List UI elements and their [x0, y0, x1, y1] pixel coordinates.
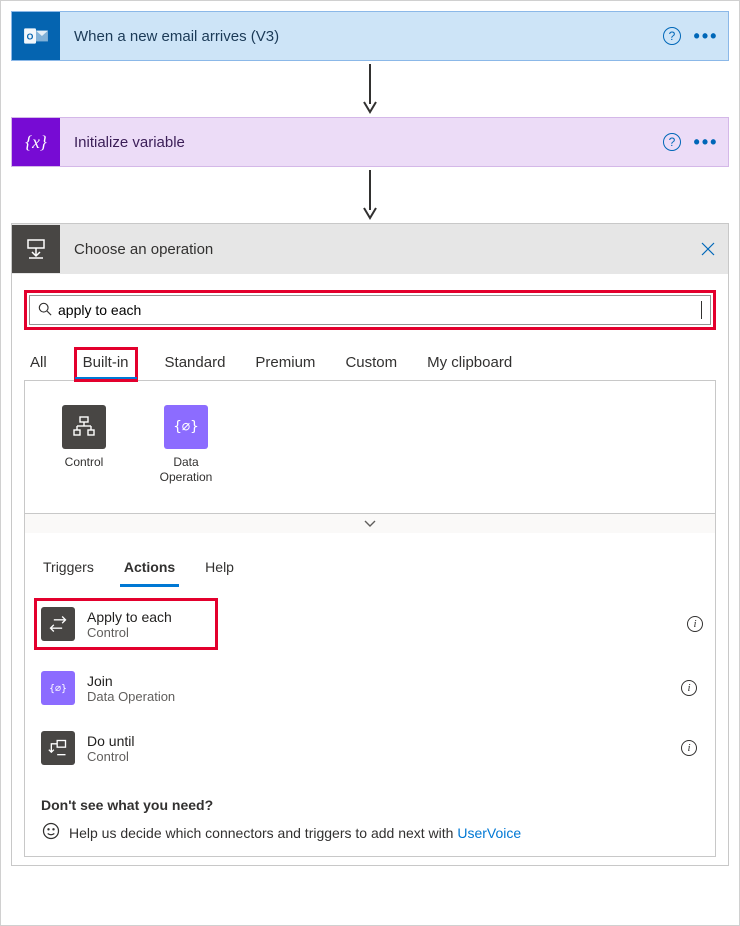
smiley-icon: [41, 821, 61, 844]
chooser-icon: [12, 225, 60, 273]
do-until-icon: [41, 731, 75, 765]
subtab-triggers[interactable]: Triggers: [41, 553, 96, 585]
chooser-title: Choose an operation: [60, 241, 688, 258]
connector-data-operation[interactable]: {∅} Data Operation: [151, 405, 221, 485]
help-button[interactable]: ?: [660, 130, 684, 154]
action-title: Apply to each: [87, 609, 209, 625]
subtabs: Triggers Actions Help: [25, 533, 715, 585]
action-subtitle: Control: [87, 625, 209, 640]
footer-text: Help us decide which connectors and trig…: [69, 825, 521, 841]
action-title: Join: [87, 673, 667, 689]
search-input[interactable]: [58, 302, 699, 318]
help-button[interactable]: ?: [660, 24, 684, 48]
operation-chooser: Choose an operation All Built-in Standar…: [11, 223, 729, 866]
action-title: Do until: [87, 733, 667, 749]
subtab-help[interactable]: Help: [203, 553, 236, 585]
chooser-header: Choose an operation: [12, 224, 728, 274]
collapse-toggle[interactable]: [25, 513, 715, 533]
svg-text:{∅}: {∅}: [49, 683, 67, 694]
action-do-until[interactable]: Do until Control i: [35, 723, 705, 773]
search-icon: [38, 302, 52, 319]
uservoice-link[interactable]: UserVoice: [457, 825, 521, 841]
info-button[interactable]: i: [679, 738, 699, 758]
action-subtitle: Data Operation: [87, 689, 667, 704]
search-highlight: [24, 290, 716, 330]
tab-builtin[interactable]: Built-in: [75, 348, 137, 381]
outlook-icon: O: [12, 12, 60, 60]
subtab-actions[interactable]: Actions: [122, 553, 177, 585]
step-card-variable[interactable]: {x} Initialize variable ? •••: [11, 117, 729, 167]
loop-icon: [41, 607, 75, 641]
action-join[interactable]: {∅} Join Data Operation i: [35, 663, 705, 713]
variable-icon: {x}: [12, 118, 60, 166]
tab-premium[interactable]: Premium: [253, 348, 317, 381]
tab-standard[interactable]: Standard: [163, 348, 228, 381]
tab-all[interactable]: All: [28, 348, 49, 381]
svg-text:{∅}: {∅}: [174, 419, 198, 435]
connector-label: Control: [65, 455, 104, 470]
footer-title: Don't see what you need?: [41, 797, 699, 813]
category-tabs: All Built-in Standard Premium Custom My …: [24, 330, 716, 381]
step-card-email[interactable]: O When a new email arrives (V3) ? •••: [11, 11, 729, 61]
connector-arrow: [11, 61, 729, 117]
connector-arrow: [11, 167, 729, 223]
control-icon: [62, 405, 106, 449]
tab-clipboard[interactable]: My clipboard: [425, 348, 514, 381]
action-subtitle: Control: [87, 749, 667, 764]
info-button[interactable]: i: [685, 614, 705, 634]
join-icon: {∅}: [41, 671, 75, 705]
connector-control[interactable]: Control: [49, 405, 119, 485]
close-button[interactable]: [688, 229, 728, 269]
action-apply-to-each[interactable]: Apply to each Control: [35, 599, 217, 649]
step-title: When a new email arrives (V3): [60, 28, 660, 45]
connector-label: Data Operation: [151, 455, 221, 485]
chevron-down-icon: [364, 520, 376, 528]
more-menu-button[interactable]: •••: [690, 24, 722, 48]
data-operation-icon: {∅}: [164, 405, 208, 449]
more-menu-button[interactable]: •••: [690, 130, 722, 154]
info-button[interactable]: i: [679, 678, 699, 698]
text-cursor: [701, 301, 702, 319]
tab-custom[interactable]: Custom: [343, 348, 399, 381]
svg-text:{x}: {x}: [25, 132, 47, 152]
svg-text:O: O: [27, 31, 34, 41]
step-title: Initialize variable: [60, 134, 660, 151]
